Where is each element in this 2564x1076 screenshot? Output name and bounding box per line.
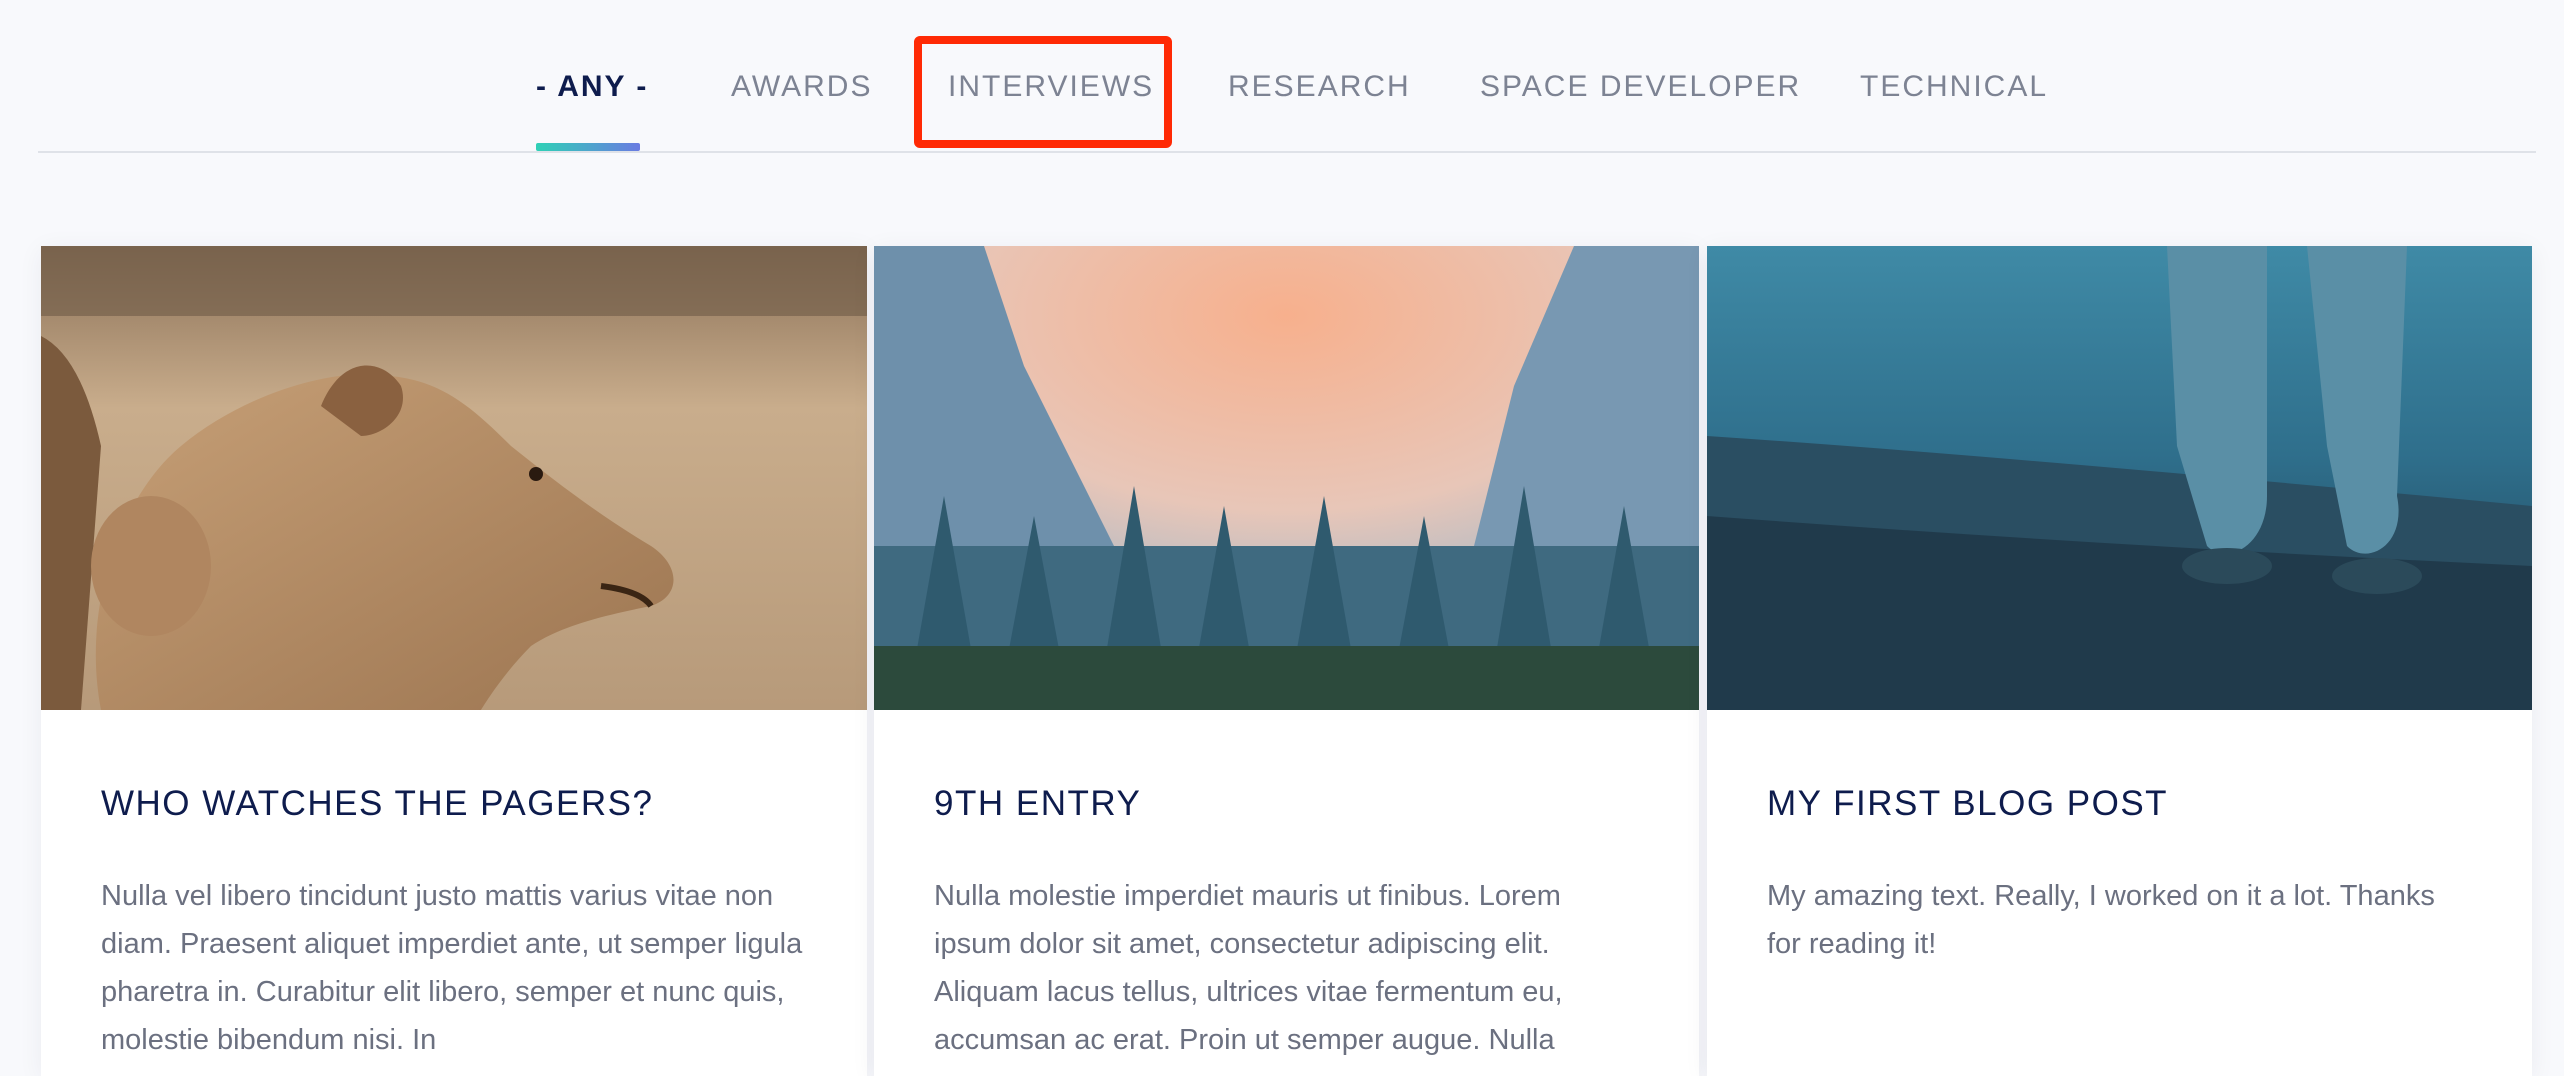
- tab-technical[interactable]: TECHNICAL: [1860, 70, 2048, 114]
- blog-post-card[interactable]: 9TH ENTRY Nulla molestie imperdiet mauri…: [874, 246, 1699, 1076]
- post-excerpt: Nulla vel libero tincidunt justo mattis …: [101, 880, 803, 1056]
- blog-post-card[interactable]: WHO WATCHES THE PAGERS? Nulla vel libero…: [41, 246, 867, 1076]
- category-filter-tabs: - ANY - AWARDS INTERVIEWS RESEARCH SPACE…: [38, 0, 2536, 153]
- post-title[interactable]: 9TH ENTRY: [934, 784, 1659, 824]
- highlight-annotation-box: [914, 36, 1172, 148]
- post-title[interactable]: WHO WATCHES THE PAGERS?: [101, 784, 827, 824]
- tab-space-developer[interactable]: SPACE DEVELOPER: [1480, 70, 1801, 114]
- post-title[interactable]: MY FIRST BLOG POST: [1767, 784, 2492, 824]
- post-excerpt: My amazing text. Really, I worked on it …: [1767, 880, 2435, 960]
- forest-valley-photo[interactable]: [874, 246, 1699, 710]
- active-tab-indicator: [536, 143, 640, 151]
- tab-any[interactable]: - ANY -: [536, 70, 648, 114]
- blog-post-card[interactable]: MY FIRST BLOG POST My amazing text. Real…: [1707, 246, 2532, 1076]
- tab-awards[interactable]: AWARDS: [731, 70, 872, 114]
- astronaut-legs-photo[interactable]: [1707, 246, 2532, 710]
- lioness-photo[interactable]: [41, 246, 867, 710]
- tab-research[interactable]: RESEARCH: [1228, 70, 1411, 114]
- post-excerpt: Nulla molestie imperdiet mauris ut finib…: [934, 880, 1563, 1056]
